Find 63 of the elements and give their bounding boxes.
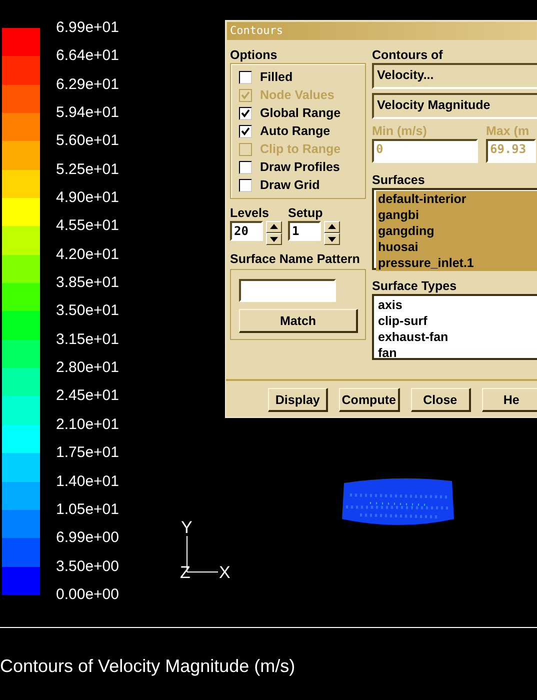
dialog-button[interactable]: Compute xyxy=(339,388,400,412)
legend-label: 6.99e+01 xyxy=(56,18,119,38)
options-label: Options xyxy=(230,47,278,63)
checkbox[interactable] xyxy=(239,178,252,192)
legend-label: 1.40e+01 xyxy=(56,472,119,492)
surfaces-label: Surfaces xyxy=(372,172,426,188)
checkbox[interactable] xyxy=(239,124,252,138)
legend-label: 6.99e+00 xyxy=(56,528,119,548)
surface-item[interactable]: gangbi xyxy=(376,207,537,223)
legend-label: 2.80e+01 xyxy=(56,358,119,378)
legend-label: 2.10e+01 xyxy=(56,414,119,435)
max-label: Max (m xyxy=(486,123,530,139)
option-label: Auto Range xyxy=(260,124,330,138)
levels-label: Levels xyxy=(230,205,270,221)
legend-label: 0.00e+00 xyxy=(56,584,119,605)
checkbox[interactable] xyxy=(239,70,252,84)
dialog-button[interactable]: He xyxy=(482,388,537,412)
option-label: Clip to Range xyxy=(260,142,341,156)
min-label: Min (m/s) xyxy=(372,123,428,139)
window-title: Contours xyxy=(227,22,537,40)
pattern-label: Surface Name Pattern xyxy=(230,251,361,267)
legend-label: 5.60e+01 xyxy=(56,131,119,152)
surface-item[interactable]: default-interior xyxy=(376,191,537,207)
pattern-field[interactable] xyxy=(239,279,336,302)
levels-field[interactable]: 20 xyxy=(230,221,263,241)
legend-label: 3.85e+01 xyxy=(56,273,119,294)
legend-label: 4.90e+01 xyxy=(56,188,119,208)
legend-label: 1.75e+01 xyxy=(56,443,119,464)
surface-types-label: Surface Types xyxy=(372,278,458,294)
legend-label: 4.20e+01 xyxy=(56,244,119,265)
surface-item[interactable]: huosai xyxy=(376,239,537,255)
surface-type-item[interactable]: fan xyxy=(376,345,537,361)
quantity-dropdown[interactable]: Velocity Magnitude xyxy=(372,93,537,119)
dialog-button[interactable]: Close xyxy=(410,388,471,412)
legend-label: 6.64e+01 xyxy=(56,46,119,66)
legend-label: 2.45e+01 xyxy=(56,386,119,406)
legend-label: 3.50e+01 xyxy=(56,301,119,322)
surface-type-item[interactable]: axis xyxy=(376,297,537,313)
option-label: Draw Profiles xyxy=(260,160,340,174)
dialog-button[interactable]: Display xyxy=(268,388,328,412)
legend-label: 5.25e+01 xyxy=(56,160,119,180)
checkbox[interactable] xyxy=(239,106,252,120)
legend-label: 4.55e+01 xyxy=(56,216,119,236)
checkbox[interactable] xyxy=(239,160,252,174)
surface-item[interactable]: pressure_inlet.1 xyxy=(376,255,537,271)
contours-of-label: Contours of xyxy=(372,47,444,63)
legend-label: 3.50e+00 xyxy=(56,556,119,577)
option-label: Node Values xyxy=(260,88,334,102)
option-label: Filled xyxy=(260,70,293,84)
surface-type-item[interactable]: exhaust-fan xyxy=(376,329,537,345)
setup-label: Setup xyxy=(288,205,324,221)
option-label: Draw Grid xyxy=(260,178,320,192)
legend-label: 3.15e+01 xyxy=(56,330,119,350)
legend-label: 1.05e+01 xyxy=(56,500,119,520)
surface-item[interactable]: gangding xyxy=(376,223,537,239)
plot-caption: Contours of Velocity Magnitude (m/s) xyxy=(0,656,296,677)
match-button[interactable]: Match xyxy=(239,309,358,333)
surface-type-item[interactable]: clip-surf xyxy=(376,313,537,329)
category-dropdown[interactable]: Velocity... xyxy=(372,63,537,89)
legend-label: 6.29e+01 xyxy=(56,74,119,95)
option-label: Global Range xyxy=(260,106,341,120)
setup-field[interactable]: 1 xyxy=(288,221,321,241)
legend-label: 5.94e+01 xyxy=(56,103,119,124)
